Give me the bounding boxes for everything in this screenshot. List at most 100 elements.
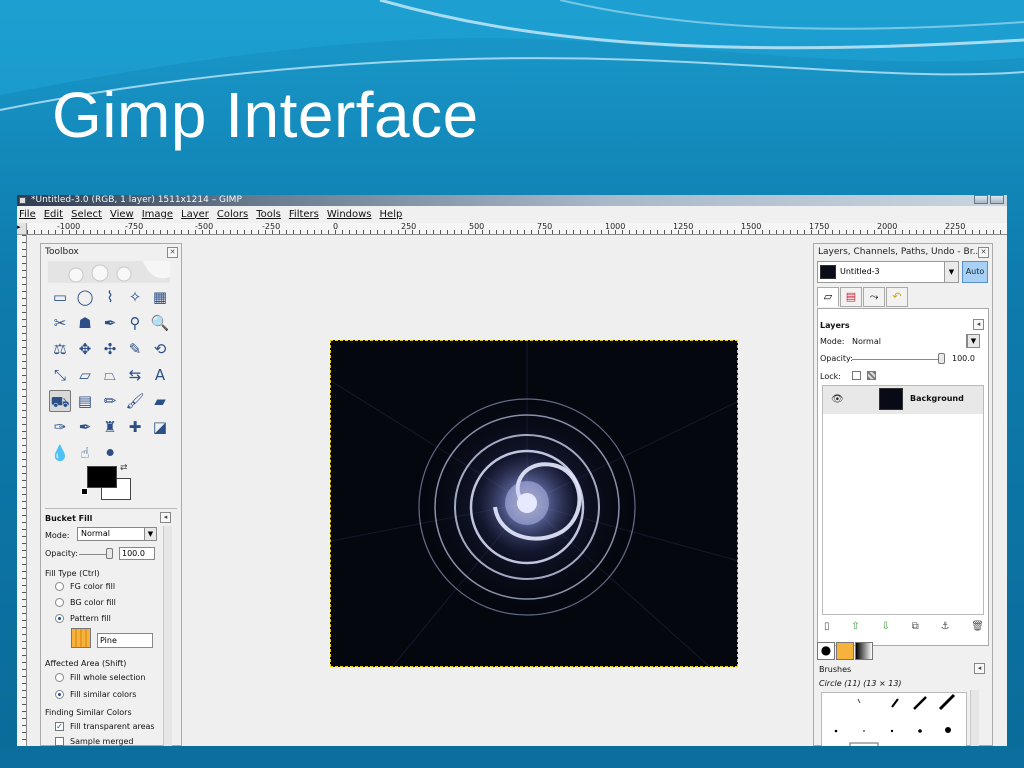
options-scrollbar[interactable] <box>163 526 172 746</box>
auto-button[interactable]: Auto <box>962 261 988 283</box>
lock-pixels-checkbox[interactable] <box>852 371 861 380</box>
zoom-icon[interactable]: 🔍 <box>149 312 171 334</box>
scissors-icon[interactable]: ✂ <box>49 312 71 334</box>
pattern-preview[interactable] <box>71 628 91 648</box>
layers-list: 👁 Background <box>822 385 984 615</box>
crop-icon[interactable]: ✎ <box>124 338 146 360</box>
minimize-button[interactable] <box>974 195 988 204</box>
blend-icon[interactable]: ▤ <box>74 390 96 412</box>
clone-icon[interactable]: ♜ <box>99 416 121 438</box>
tab-layers[interactable]: ▱ <box>817 287 839 307</box>
opacity-slider[interactable] <box>79 554 109 555</box>
menu-image[interactable]: Image <box>142 209 173 220</box>
bg-fill-radio[interactable] <box>55 598 64 607</box>
menu-layer[interactable]: Layer <box>181 209 209 220</box>
shear-icon[interactable]: ▱ <box>74 364 96 386</box>
swap-colors-icon[interactable]: ⇄ <box>120 463 128 473</box>
menu-colors[interactable]: Colors <box>217 209 248 220</box>
menu-tools[interactable]: Tools <box>256 209 281 220</box>
tab-undo[interactable]: ↶ <box>886 287 908 307</box>
heal-icon[interactable]: ✚ <box>124 416 146 438</box>
free-select-icon[interactable]: ⌇ <box>99 286 121 308</box>
align-icon[interactable]: ✣ <box>99 338 121 360</box>
menu-windows[interactable]: Windows <box>327 209 372 220</box>
layers-dock: Layers, Channels, Paths, Undo - Br... ✕ … <box>813 243 993 746</box>
restore-options-icon[interactable]: ◂ <box>160 512 171 523</box>
menu-filters[interactable]: Filters <box>289 209 319 220</box>
scale-icon[interactable]: ⤡ <box>49 364 71 386</box>
fill-whole-radio[interactable] <box>55 673 64 682</box>
bucket-fill-icon[interactable]: ⛟ <box>49 390 71 412</box>
menu-help[interactable]: Help <box>380 209 403 220</box>
restore-icon[interactable]: ◂ <box>973 319 984 330</box>
pattern-name-field[interactable]: Pine <box>97 633 153 648</box>
close-icon[interactable]: ✕ <box>167 247 178 258</box>
lock-alpha-checkbox[interactable] <box>867 371 876 380</box>
image-select[interactable]: Untitled-3 ▼ <box>817 261 959 283</box>
text-icon[interactable]: A <box>149 364 171 386</box>
foreground-select-icon[interactable]: ☗ <box>74 312 96 334</box>
tab-patterns[interactable] <box>836 642 854 660</box>
delete-layer-icon[interactable]: 🗑 <box>971 621 984 632</box>
perspective-icon[interactable]: ⏢ <box>99 364 121 386</box>
ink-icon[interactable]: ✒ <box>74 416 96 438</box>
menu-select[interactable]: Select <box>71 209 102 220</box>
fg-fill-radio[interactable] <box>55 582 64 591</box>
raise-layer-icon[interactable]: ⇧ <box>851 621 859 632</box>
layer-opacity-value[interactable]: 100.0 <box>952 354 975 363</box>
duplicate-layer-icon[interactable]: ⧉ <box>912 621 919 632</box>
tab-paths[interactable]: ⤳ <box>863 287 885 307</box>
sample-merged-checkbox[interactable] <box>55 737 64 746</box>
layer-opacity-handle[interactable] <box>938 353 945 364</box>
color-picker-icon[interactable]: ⚲ <box>124 312 146 334</box>
dodge-burn-icon[interactable]: ⚫ <box>99 442 121 464</box>
pattern-fill-radio[interactable] <box>55 614 64 623</box>
paintbrush-icon[interactable]: 🖌 <box>124 390 146 412</box>
opacity-spin[interactable]: 100.0 <box>119 547 155 560</box>
tab-gradients[interactable] <box>855 642 873 660</box>
ellipse-select-icon[interactable]: ◯ <box>74 286 96 308</box>
pencil-icon[interactable]: ✏ <box>99 390 121 412</box>
layer-opacity-slider[interactable] <box>852 359 942 360</box>
airbrush-icon[interactable]: ✑ <box>49 416 71 438</box>
maximize-button[interactable] <box>990 195 1004 204</box>
horizontal-ruler[interactable]: -1000 -750 -500 -250 0 250 500 750 1000 … <box>27 223 1007 235</box>
opacity-slider-handle[interactable] <box>106 548 113 559</box>
anchor-icon[interactable]: ⚓ <box>941 621 950 632</box>
lower-layer-icon[interactable]: ⇩ <box>881 621 889 632</box>
smudge-icon[interactable]: ☝ <box>74 442 96 464</box>
menu-edit[interactable]: Edit <box>44 209 63 220</box>
image-canvas[interactable] <box>330 340 738 667</box>
menu-view[interactable]: View <box>110 209 134 220</box>
tab-channels[interactable]: ▤ <box>840 287 862 307</box>
reset-colors-icon[interactable] <box>81 488 88 495</box>
eye-icon[interactable]: 👁 <box>831 394 844 405</box>
new-layer-icon[interactable]: ▯ <box>824 621 830 632</box>
rect-select-icon[interactable]: ▭ <box>49 286 71 308</box>
ruler-corner-button[interactable]: ▸ <box>17 223 27 235</box>
rotate-icon[interactable]: ⟲ <box>149 338 171 360</box>
layer-mode-dropdown[interactable]: ▼ <box>966 334 980 348</box>
eraser-icon[interactable]: ▰ <box>149 390 171 412</box>
restore-icon[interactable]: ◂ <box>974 663 985 674</box>
vertical-ruler[interactable] <box>17 235 27 746</box>
fill-similar-radio[interactable] <box>55 690 64 699</box>
layer-row-background[interactable]: 👁 Background <box>823 386 983 414</box>
blur-icon[interactable]: 💧 <box>49 442 71 464</box>
menu-file[interactable]: File <box>19 209 36 220</box>
tab-brushes[interactable]: ● <box>817 642 835 660</box>
paths-icon[interactable]: ✒ <box>99 312 121 334</box>
fuzzy-select-icon[interactable]: ✧ <box>124 286 146 308</box>
brush-grid[interactable] <box>821 692 967 746</box>
move-icon[interactable]: ✥ <box>74 338 96 360</box>
brushes-scrollbar[interactable] <box>970 690 979 746</box>
flip-icon[interactable]: ⇆ <box>124 364 146 386</box>
perspective-clone-icon[interactable]: ◪ <box>149 416 171 438</box>
fill-transparent-checkbox[interactable]: ✓ <box>55 722 64 731</box>
close-icon[interactable]: ✕ <box>978 247 989 258</box>
mode-select[interactable]: Normal ▼ <box>77 527 157 541</box>
color-select-icon[interactable]: ▦ <box>149 286 171 308</box>
foreground-color[interactable] <box>87 466 117 488</box>
layer-mode-value[interactable]: Normal <box>852 337 881 346</box>
measure-icon[interactable]: ⚖ <box>49 338 71 360</box>
